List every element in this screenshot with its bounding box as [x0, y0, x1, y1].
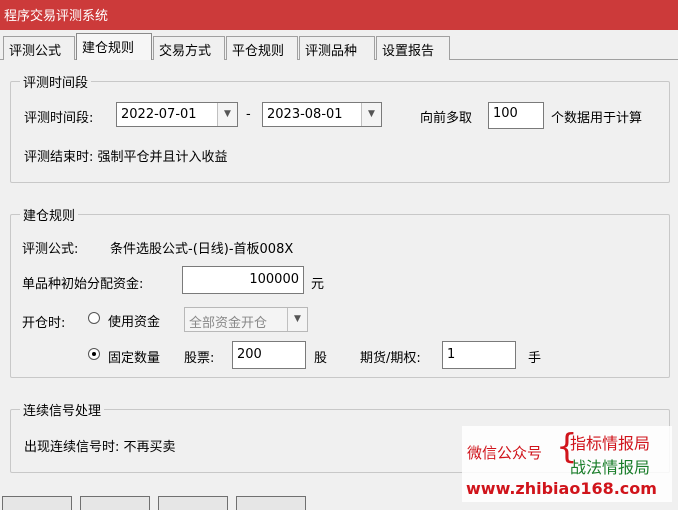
signal-group-title: 连续信号处理 — [20, 400, 105, 419]
formula-value: 条件选股公式-(日线)-首板008X — [110, 242, 294, 257]
end-date-value: 2023-08-01 — [267, 107, 343, 122]
use-capital-label: 使用资金 — [108, 315, 161, 330]
use-capital-radio[interactable] — [88, 312, 100, 324]
capital-mode-value: 全部资金开仓 — [189, 316, 268, 331]
bottom-button-3[interactable] — [158, 496, 228, 510]
bottom-button-4[interactable] — [236, 496, 306, 510]
watermark-name-bottom: 战法情报局 — [570, 458, 651, 477]
tab-strip: 评测公式 建仓规则 交易方式 平仓规则 评测品种 设置报告 — [0, 30, 678, 60]
futures-unit: 手 — [528, 351, 542, 366]
lookback-label: 向前多取 — [420, 111, 473, 126]
watermark-url: www.zhibiao168.com — [466, 479, 657, 498]
chevron-down-icon[interactable]: ▼ — [287, 308, 307, 331]
period-group-title: 评测时间段 — [20, 72, 92, 91]
window-title: 程序交易评测系统 — [4, 9, 109, 24]
tab-report-settings[interactable]: 设置报告 — [376, 36, 450, 60]
futures-label: 期货/期权: — [360, 351, 421, 366]
start-date-value: 2022-07-01 — [121, 107, 197, 122]
lookback-suffix: 个数据用于计算 — [551, 111, 643, 126]
end-rule-text: 评测结束时: 强制平仓并且计入收益 — [24, 150, 228, 165]
watermark-overlay: 微信公众号 { 指标情报局 战法情报局 www.zhibiao168.com — [462, 426, 672, 502]
chevron-down-icon[interactable]: ▼ — [217, 103, 237, 126]
watermark-wechat-label: 微信公众号 — [467, 444, 543, 462]
stock-label: 股票: — [184, 351, 215, 366]
build-group-title: 建仓规则 — [20, 205, 79, 224]
bottom-button-2[interactable] — [80, 496, 150, 510]
capital-input[interactable]: 100000 — [182, 266, 304, 294]
start-date-combo[interactable]: 2022-07-01 ▼ — [116, 102, 238, 127]
watermark-name-top: 指标情报局 — [570, 434, 651, 453]
tab-formula[interactable]: 评测公式 — [3, 36, 75, 60]
fixed-qty-radio[interactable] — [88, 348, 100, 360]
open-label: 开仓时: — [22, 316, 66, 331]
chevron-down-icon[interactable]: ▼ — [361, 103, 381, 126]
capital-label: 单品种初始分配资金: — [22, 277, 144, 292]
tab-instruments[interactable]: 评测品种 — [299, 36, 375, 60]
formula-label: 评测公式: — [22, 242, 79, 257]
tab-trade-mode[interactable]: 交易方式 — [153, 36, 225, 60]
period-label: 评测时间段: — [24, 111, 94, 126]
title-bar: 程序交易评测系统 — [0, 0, 678, 30]
period-group — [10, 81, 670, 183]
tab-build-rules[interactable]: 建仓规则 — [76, 33, 152, 60]
stock-qty-input[interactable]: 200 — [232, 341, 306, 369]
capital-mode-combo[interactable]: 全部资金开仓 ▼ — [184, 307, 308, 332]
end-date-combo[interactable]: 2023-08-01 ▼ — [262, 102, 382, 127]
tab-content: 评测时间段 评测时间段: 2022-07-01 ▼ - 2023-08-01 ▼… — [0, 60, 678, 486]
capital-unit: 元 — [311, 277, 325, 292]
stock-unit: 股 — [314, 351, 328, 366]
futures-qty-input[interactable]: 1 — [442, 341, 516, 369]
bottom-button-1[interactable] — [2, 496, 72, 510]
fixed-qty-label: 固定数量 — [108, 351, 161, 366]
tab-close-rules[interactable]: 平仓规则 — [226, 36, 298, 60]
date-separator: - — [246, 107, 251, 122]
signal-rule-text: 出现连续信号时: 不再买卖 — [24, 440, 176, 455]
lookback-input[interactable]: 100 — [488, 102, 544, 129]
